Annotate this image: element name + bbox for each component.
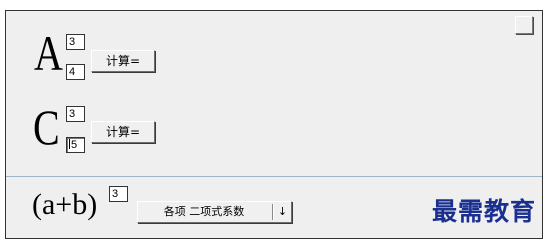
combination-c-subscript-value: 5: [71, 139, 78, 151]
combination-c-superscript-input[interactable]: 3: [66, 106, 85, 122]
watermark-logo: 最需教育: [432, 197, 537, 226]
binomial-expression: (a+b): [32, 188, 98, 221]
section-divider: [6, 176, 542, 177]
combination-symbol-c: C: [33, 99, 60, 155]
permutation-symbol-a: A: [34, 25, 63, 81]
calculate-a-button[interactable]: 计算=: [91, 50, 155, 72]
permutation-a-subscript-input[interactable]: 4: [66, 64, 85, 80]
calculate-c-button[interactable]: 计算=: [91, 121, 155, 143]
binomial-exponent-input[interactable]: 3: [109, 186, 128, 202]
coefficient-select[interactable]: 各项 二项式系数 ↓: [137, 201, 292, 223]
text-caret: [69, 139, 70, 149]
permutation-a-superscript-input[interactable]: 3: [66, 34, 85, 50]
coefficient-select-value: 各项 二项式系数: [163, 205, 245, 218]
corner-button[interactable]: [515, 16, 533, 34]
combination-c-subscript-input[interactable]: 5: [66, 137, 85, 153]
down-arrow-icon[interactable]: ↓: [275, 202, 290, 222]
select-separator: [272, 204, 273, 220]
